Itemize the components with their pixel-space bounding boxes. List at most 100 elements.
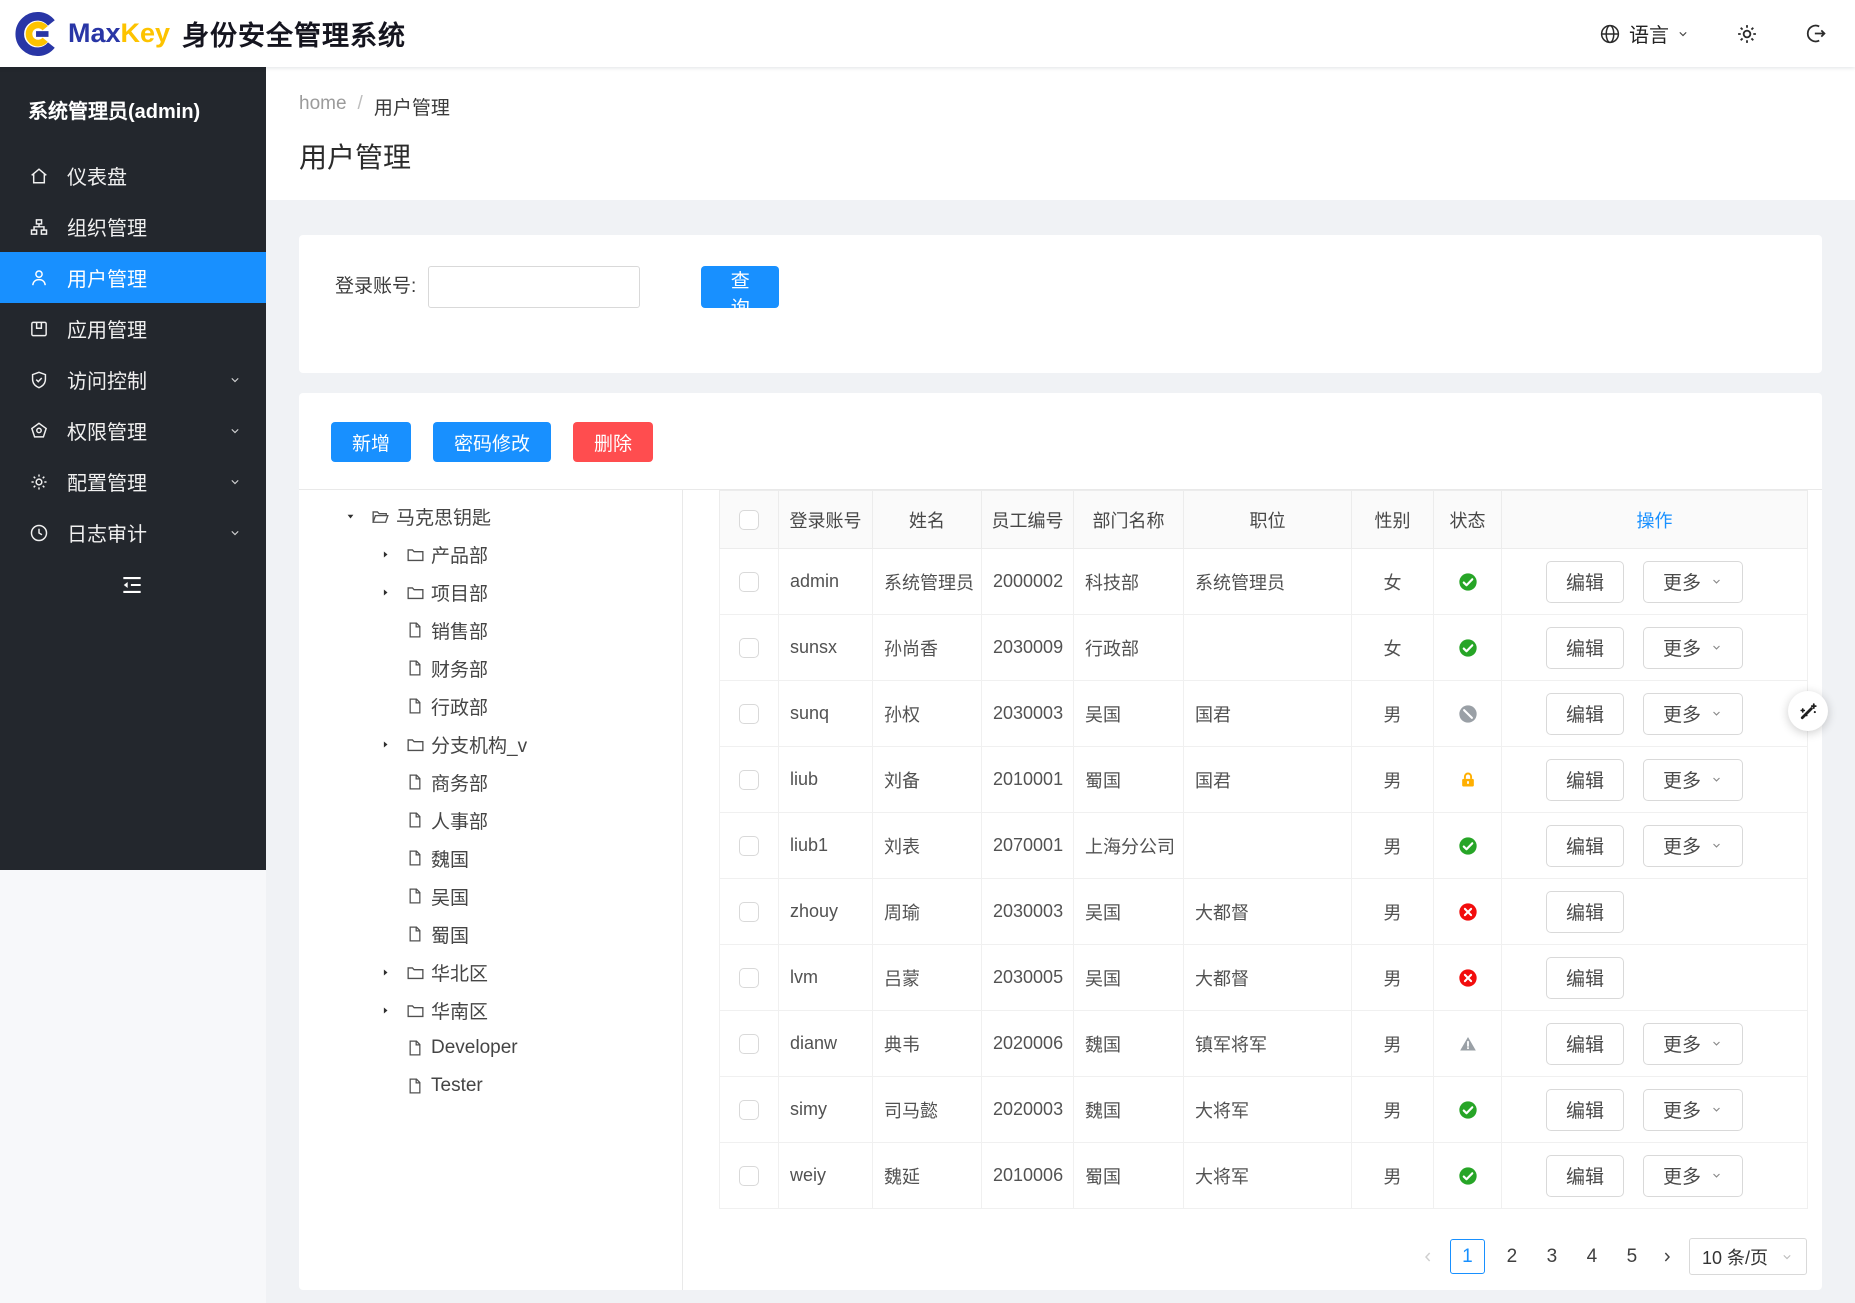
tree-item[interactable]: 吴国 [299,877,682,915]
breadcrumb-home-link[interactable]: home [299,93,347,120]
delete-button[interactable]: 删除 [573,422,653,462]
cell-position: 大都督 [1184,945,1352,1011]
tree-item[interactable]: 华北区 [299,953,682,991]
tree-item[interactable]: 财务部 [299,649,682,687]
more-button[interactable]: 更多 [1643,759,1743,801]
tree-item-label: 商务部 [431,769,488,796]
row-checkbox[interactable] [739,968,759,988]
add-button[interactable]: 新增 [331,422,411,462]
cell-position: 镇军将军 [1184,1011,1352,1077]
tree-item[interactable]: 人事部 [299,801,682,839]
tree-item[interactable]: 行政部 [299,687,682,725]
row-checkbox[interactable] [739,572,759,592]
table-row: liub 刘备 2010001 蜀国 国君 男 编辑 [720,747,1808,813]
caret-right-icon[interactable] [378,547,393,562]
login-account-input[interactable] [428,266,640,308]
language-menu[interactable]: 语言 [1598,19,1690,48]
row-checkbox[interactable] [739,638,759,658]
sidebar-item-users[interactable]: 用户管理 [0,252,266,303]
row-checkbox[interactable] [739,1034,759,1054]
more-button[interactable]: 更多 [1643,693,1743,735]
department-tree: 马克思钥匙 产品部 [299,490,683,1290]
page-number[interactable]: 5 [1619,1246,1645,1268]
tree-item[interactable]: 项目部 [299,573,682,611]
caret-down-icon[interactable] [343,509,358,524]
edit-button[interactable]: 编辑 [1546,561,1624,603]
edit-button[interactable]: 编辑 [1546,1023,1624,1065]
cell-name: 周瑜 [873,879,982,945]
logout-icon [1804,21,1829,46]
sidebar-item-configuration[interactable]: 配置管理 [0,456,266,507]
more-button[interactable]: 更多 [1643,561,1743,603]
next-page-button[interactable] [1659,1249,1675,1265]
sidebar-item-permissions[interactable]: 权限管理 [0,405,266,456]
cell-department: 行政部 [1074,615,1184,681]
caret-right-icon[interactable] [378,1003,393,1018]
edit-button[interactable]: 编辑 [1546,891,1624,933]
caret-right-icon[interactable] [378,585,393,600]
tree-item[interactable]: 魏国 [299,839,682,877]
tree-item[interactable]: 分支机构_v [299,725,682,763]
sidebar-item-label: 用户管理 [67,263,147,292]
edit-button[interactable]: 编辑 [1546,693,1624,735]
edit-button[interactable]: 编辑 [1546,759,1624,801]
tree-item[interactable]: 蜀国 [299,915,682,953]
more-button[interactable]: 更多 [1643,825,1743,867]
row-checkbox[interactable] [739,770,759,790]
tree-item[interactable]: 商务部 [299,763,682,801]
more-button[interactable]: 更多 [1643,1089,1743,1131]
theme-wand-button[interactable] [1788,691,1828,731]
query-button[interactable]: 查询 [701,266,779,308]
page-size-select[interactable]: 10 条/页 [1689,1238,1807,1275]
caret-right-icon[interactable] [378,965,393,980]
edit-button[interactable]: 编辑 [1546,1089,1624,1131]
sidebar-item-access-control[interactable]: 访问控制 [0,354,266,405]
row-checkbox[interactable] [739,704,759,724]
tree-item-label: 项目部 [431,579,488,606]
tree-item[interactable]: Developer [299,1029,682,1067]
edit-button[interactable]: 编辑 [1546,825,1624,867]
settings-button[interactable] [1734,21,1760,47]
row-checkbox[interactable] [739,1166,759,1186]
prev-page-button[interactable] [1420,1249,1436,1265]
row-checkbox[interactable] [739,1100,759,1120]
row-checkbox[interactable] [739,902,759,922]
gear-icon [1734,21,1760,47]
select-all-checkbox[interactable] [739,510,759,530]
page-number[interactable]: 3 [1539,1246,1565,1268]
chevron-down-icon [1710,1103,1723,1116]
edit-button[interactable]: 编辑 [1546,627,1624,669]
more-button-label: 更多 [1663,700,1701,727]
edit-button[interactable]: 编辑 [1546,957,1624,999]
chevron-down-icon [1710,1037,1723,1050]
column-employee-no: 员工编号 [982,491,1074,549]
sidebar-item-organizations[interactable]: 组织管理 [0,201,266,252]
tree-item[interactable]: 马克思钥匙 [299,497,682,535]
cell-position [1184,813,1352,879]
page-number[interactable]: 1 [1450,1239,1485,1274]
tree-item[interactable]: 销售部 [299,611,682,649]
tree-item[interactable]: Tester [299,1067,682,1105]
logout-button[interactable] [1804,21,1829,46]
cell-login: sunsx [779,615,873,681]
row-checkbox[interactable] [739,836,759,856]
cell-name: 系统管理员 [873,549,982,615]
tree-item[interactable]: 产品部 [299,535,682,573]
sidebar-item-dashboard[interactable]: 仪表盘 [0,150,266,201]
more-button[interactable]: 更多 [1643,627,1743,669]
cell-login: zhouy [779,879,873,945]
menu-fold-button[interactable] [118,572,146,598]
modify-password-button[interactable]: 密码修改 [433,422,551,462]
sidebar-item-applications[interactable]: 应用管理 [0,303,266,354]
page-size-label: 10 条/页 [1702,1244,1768,1270]
more-button[interactable]: 更多 [1643,1155,1743,1197]
sidebar-item-audit-log[interactable]: 日志审计 [0,507,266,558]
edit-button[interactable]: 编辑 [1546,1155,1624,1197]
more-button-label: 更多 [1663,832,1701,859]
page-number[interactable]: 4 [1579,1246,1605,1268]
page-number[interactable]: 2 [1499,1246,1525,1268]
caret-right-icon[interactable] [378,737,393,752]
more-button[interactable]: 更多 [1643,1023,1743,1065]
table-row: simy 司马懿 2020003 魏国 大将军 男 编辑 [720,1077,1808,1143]
tree-item[interactable]: 华南区 [299,991,682,1029]
